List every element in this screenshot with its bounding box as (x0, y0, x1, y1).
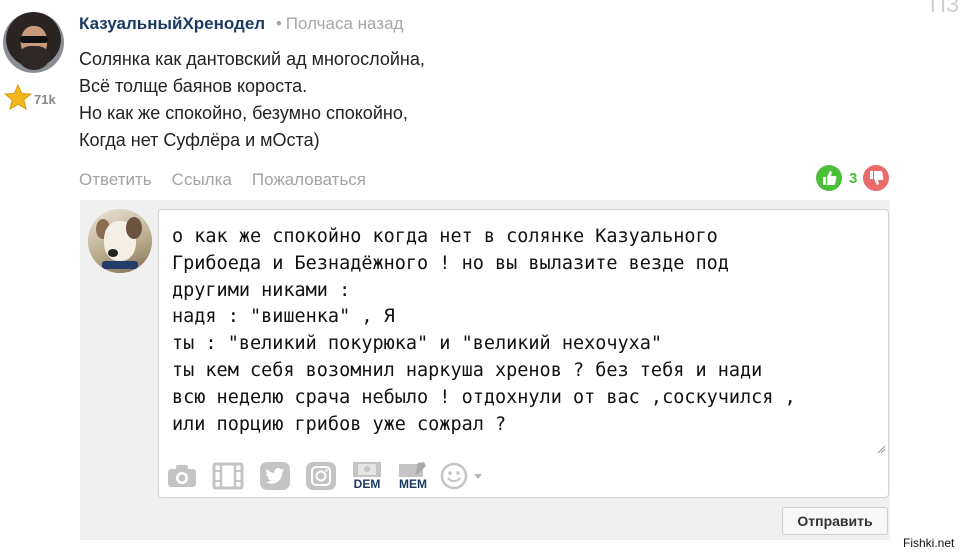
comment-header: КазуальныйХренодел • Полчаса назад (79, 14, 403, 34)
video-icon[interactable] (211, 460, 245, 492)
comment-body: Солянка как дантовский ад многослойна, В… (79, 49, 425, 150)
author-avatar[interactable] (3, 12, 64, 73)
site-watermark: Fishki.net (903, 536, 955, 550)
report-link[interactable]: Пожаловаться (252, 170, 366, 190)
permalink-link[interactable]: Ссылка (172, 170, 232, 190)
dropdown-arrow-icon[interactable] (471, 460, 485, 492)
star-icon (4, 84, 32, 110)
rating-value: 71k (34, 91, 56, 107)
dem-label: DEM (353, 477, 381, 491)
send-button[interactable]: Отправить (782, 507, 888, 535)
meme-icon[interactable]: MEM (395, 460, 431, 492)
camera-icon[interactable] (165, 460, 199, 492)
thumbs-down-icon[interactable] (863, 165, 890, 191)
mem-label: MEM (399, 477, 427, 491)
vote-controls: 3 (816, 165, 890, 191)
vote-count: 3 (849, 169, 858, 187)
resize-handle-icon[interactable] (876, 444, 886, 454)
instagram-icon[interactable] (304, 460, 338, 492)
comment-time: • Полчаса назад (275, 14, 404, 33)
twitter-icon[interactable] (258, 460, 292, 492)
comment-actions: Ответить Ссылка Пожаловаться (79, 170, 366, 190)
reply-textarea-text[interactable]: о как же спокойно когда нет в солянке Ка… (172, 224, 872, 438)
author-rating: 71k (4, 84, 56, 110)
current-user-avatar (88, 209, 152, 273)
smiley-icon[interactable] (439, 460, 469, 492)
author-name[interactable]: КазуальныйХренодел (79, 14, 265, 33)
reply-link[interactable]: Ответить (79, 170, 152, 190)
demotivator-icon[interactable]: DEM (349, 460, 385, 492)
thumbs-up-icon[interactable] (816, 165, 842, 191)
corner-text: ПЗ (930, 0, 960, 17)
